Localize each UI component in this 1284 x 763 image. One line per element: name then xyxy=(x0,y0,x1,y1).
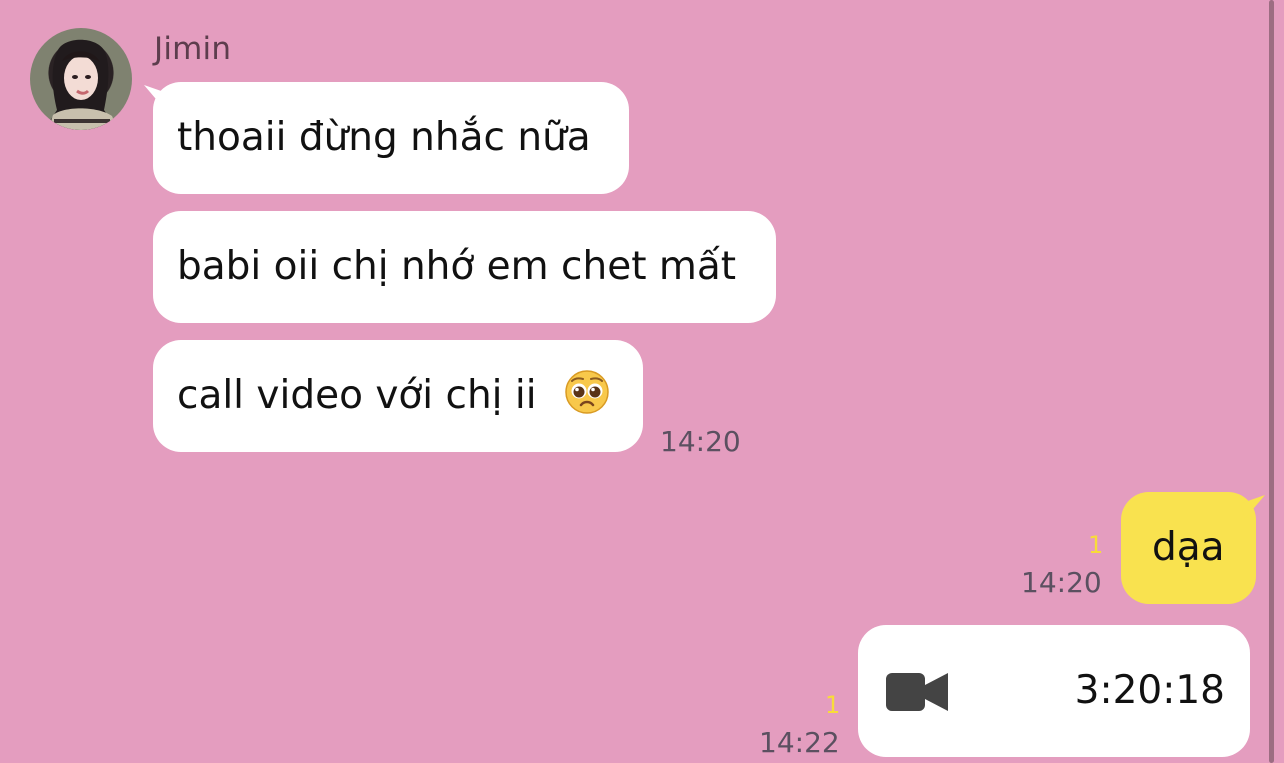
read-count: 1 xyxy=(825,691,841,719)
pleading-face-icon xyxy=(565,370,609,414)
sender-name: Jimin xyxy=(154,31,232,67)
incoming-message[interactable]: call video với chị ii xyxy=(153,340,643,452)
read-count: 1 xyxy=(1088,531,1104,559)
outgoing-message[interactable]: dạa xyxy=(1121,492,1256,604)
message-time: 14:20 xyxy=(1021,566,1102,599)
call-duration: 3:20:18 xyxy=(1074,668,1225,713)
message-text: dạa xyxy=(1152,525,1225,570)
message-text: thoaii đừng nhắc nữa xyxy=(177,115,591,160)
message-time: 14:22 xyxy=(759,726,840,759)
scrollbar[interactable] xyxy=(1269,0,1274,763)
message-text: babi oii chị nhớ em chet mất xyxy=(177,244,737,289)
profile-photo-icon xyxy=(44,39,118,130)
message-time: 14:20 xyxy=(660,425,741,458)
incoming-message[interactable]: babi oii chị nhớ em chet mất xyxy=(153,211,776,323)
incoming-message[interactable]: thoaii đừng nhắc nữa xyxy=(153,82,629,194)
video-call-message[interactable]: 3:20:18 xyxy=(858,625,1250,757)
avatar[interactable] xyxy=(30,28,132,130)
video-camera-icon xyxy=(886,673,948,711)
message-text: call video với chị ii xyxy=(177,373,537,418)
